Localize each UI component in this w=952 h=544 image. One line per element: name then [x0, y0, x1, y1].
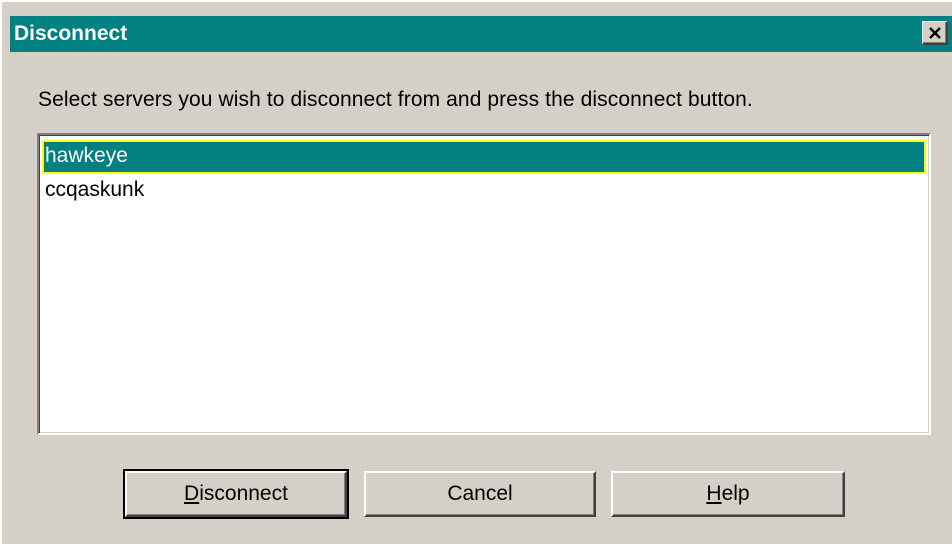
close-icon: [928, 26, 941, 39]
disconnect-dialog: Disconnect Select servers you wish to di…: [0, 0, 952, 544]
server-list-item-hawkeye[interactable]: hawkeye: [42, 140, 926, 174]
help-mnemonic: H: [706, 482, 722, 505]
title-bar[interactable]: Disconnect: [10, 16, 952, 52]
server-list-item-ccqaskunk[interactable]: ccqaskunk: [42, 175, 926, 209]
dialog-title: Disconnect: [14, 22, 128, 45]
disconnect-mnemonic: D: [184, 482, 200, 505]
help-button[interactable]: Help: [611, 471, 845, 517]
cancel-label: Cancel: [447, 482, 513, 505]
help-label-rest: elp: [721, 482, 750, 505]
disconnect-label-rest: isconnect: [199, 482, 288, 505]
close-button[interactable]: [922, 21, 948, 45]
server-list[interactable]: hawkeye ccqaskunk: [37, 133, 931, 435]
disconnect-button[interactable]: Disconnect: [123, 469, 349, 519]
instructions-text: Select servers you wish to disconnect fr…: [38, 88, 753, 111]
cancel-button[interactable]: Cancel: [364, 471, 596, 517]
